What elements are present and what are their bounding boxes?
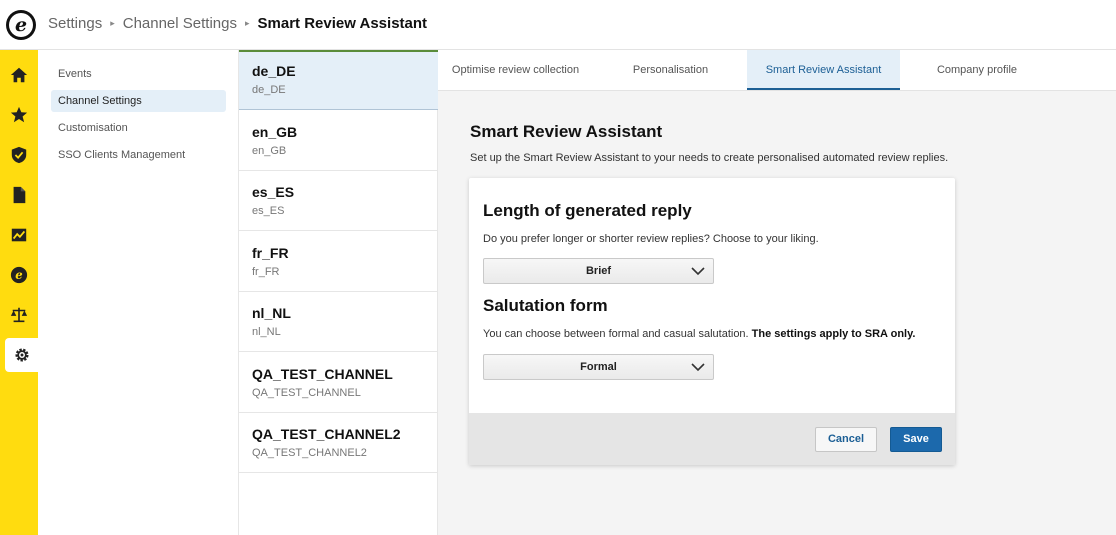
channel-item[interactable]: nl_NL nl_NL xyxy=(239,292,438,352)
channel-name: QA_TEST_CHANNEL2 xyxy=(252,426,401,442)
salutation-section-description: You can choose between formal and casual… xyxy=(483,328,915,340)
salutation-section-title: Salutation form xyxy=(483,296,608,315)
nav-reviews[interactable] xyxy=(0,98,38,132)
length-section-title: Length of generated reply xyxy=(483,201,692,220)
home-icon xyxy=(10,67,28,83)
submenu-item-customisation[interactable]: Customisation xyxy=(51,117,226,139)
nav-settings[interactable] xyxy=(5,338,38,372)
chevron-down-icon xyxy=(691,267,705,276)
channel-name: es_ES xyxy=(252,184,295,200)
scale-icon xyxy=(10,307,28,323)
channel-item[interactable]: QA_TEST_CHANNEL2 QA_TEST_CHANNEL2 xyxy=(239,413,438,473)
save-button[interactable]: Save xyxy=(890,427,942,452)
breadcrumb-current: Smart Review Assistant xyxy=(257,15,428,32)
channel-id: fr_FR xyxy=(252,266,280,278)
tab-company-profile[interactable]: Company profile xyxy=(914,50,1040,90)
main-nav-rail: e xyxy=(0,50,38,535)
svg-text:e: e xyxy=(15,268,22,282)
trusted-shops-logo[interactable]: e xyxy=(6,10,36,40)
breadcrumb-channel-settings[interactable]: Channel Settings xyxy=(123,15,237,32)
salutation-select[interactable]: Formal xyxy=(483,354,714,380)
submenu-item-sso-clients[interactable]: SSO Clients Management xyxy=(51,144,226,166)
settings-card: Length of generated reply Do you prefer … xyxy=(469,178,955,465)
channel-name: QA_TEST_CHANNEL xyxy=(252,366,393,382)
cancel-button[interactable]: Cancel xyxy=(815,427,877,452)
channel-id: QA_TEST_CHANNEL2 xyxy=(252,447,367,459)
gear-icon xyxy=(14,348,29,362)
length-section-description: Do you prefer longer or shorter review r… xyxy=(483,233,819,245)
main-content: Optimise review collection Personalisati… xyxy=(438,50,1116,535)
length-select[interactable]: Brief xyxy=(483,258,714,284)
channel-id: nl_NL xyxy=(252,326,281,338)
channel-id: de_DE xyxy=(252,84,286,96)
nav-documents[interactable] xyxy=(0,178,38,212)
chevron-down-icon xyxy=(691,363,705,372)
breadcrumb-separator-icon: ▸ xyxy=(110,18,115,28)
breadcrumb-separator-icon: ▸ xyxy=(244,18,250,28)
channel-name: fr_FR xyxy=(252,245,289,261)
star-icon xyxy=(10,106,28,123)
length-select-value: Brief xyxy=(585,265,612,277)
top-header: e Settings ▸ Channel Settings ▸ Smart Re… xyxy=(0,0,1116,50)
channel-id: QA_TEST_CHANNEL xyxy=(252,387,361,399)
channel-item[interactable]: en_GB en_GB xyxy=(239,111,438,171)
document-icon xyxy=(13,186,26,204)
settings-tabs: Optimise review collection Personalisati… xyxy=(438,50,1116,91)
shield-check-icon xyxy=(11,146,27,164)
submenu-item-events[interactable]: Events xyxy=(51,63,226,85)
channel-name: en_GB xyxy=(252,124,298,140)
channel-item[interactable]: QA_TEST_CHANNEL QA_TEST_CHANNEL xyxy=(239,353,438,413)
nav-home[interactable] xyxy=(0,58,38,92)
channel-id: es_ES xyxy=(252,205,285,217)
breadcrumb-settings[interactable]: Settings xyxy=(48,15,102,32)
salutation-description-bold: The settings apply to SRA only. xyxy=(751,328,916,340)
channel-item[interactable]: es_ES es_ES xyxy=(239,171,438,231)
tab-optimise-review-collection[interactable]: Optimise review collection xyxy=(438,50,593,90)
salutation-select-value: Formal xyxy=(580,361,617,373)
channel-list: de_DE de_DE en_GB en_GB es_ES es_ES fr_F… xyxy=(238,50,438,535)
page-description: Set up the Smart Review Assistant to you… xyxy=(470,152,949,164)
salutation-description-text: You can choose between formal and casual… xyxy=(483,328,749,340)
channel-item[interactable]: de_DE de_DE xyxy=(239,50,438,110)
card-footer: Cancel Save xyxy=(469,413,955,465)
channel-item[interactable]: fr_FR fr_FR xyxy=(239,232,438,292)
channel-name: de_DE xyxy=(252,63,296,79)
channel-id: en_GB xyxy=(252,145,287,157)
settings-submenu: Events Channel Settings Customisation SS… xyxy=(38,50,238,535)
nav-analytics[interactable] xyxy=(0,218,38,252)
nav-brand[interactable]: e xyxy=(0,258,38,292)
channel-name: nl_NL xyxy=(252,305,291,321)
brand-e-icon: e xyxy=(10,266,28,284)
submenu-item-channel-settings[interactable]: Channel Settings xyxy=(51,90,226,112)
nav-protection[interactable] xyxy=(0,138,38,172)
page-title: Smart Review Assistant xyxy=(470,122,663,141)
nav-legal[interactable] xyxy=(0,298,38,332)
chart-icon xyxy=(11,228,27,242)
tab-personalisation[interactable]: Personalisation xyxy=(608,50,733,90)
tab-smart-review-assistant[interactable]: Smart Review Assistant xyxy=(747,50,900,90)
breadcrumb: Settings ▸ Channel Settings ▸ Smart Revi… xyxy=(48,15,427,32)
